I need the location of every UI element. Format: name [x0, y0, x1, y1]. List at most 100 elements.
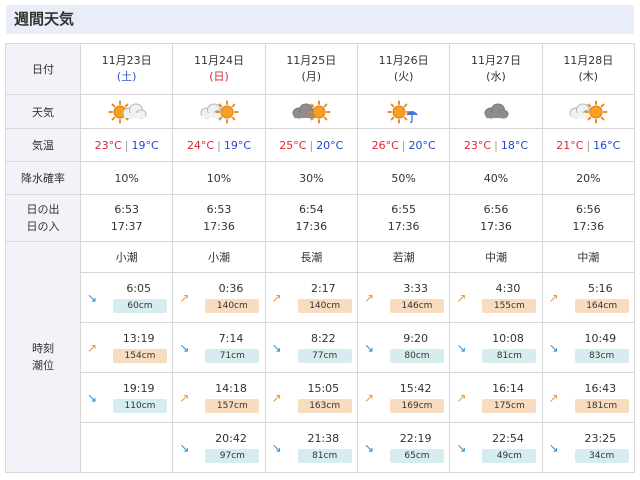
- tide-level-badge: 163cm: [297, 399, 352, 413]
- tide-level-badge: 80cm: [389, 349, 444, 363]
- tide-cell: ↘ 6:05 60cm: [79, 272, 174, 323]
- temp-separator: |: [401, 138, 406, 152]
- tide-level-badge: 140cm: [205, 299, 260, 313]
- sun-cell: 6:53 17:37: [79, 194, 174, 242]
- day-of-week: (木): [578, 70, 599, 83]
- tide-level-label: 潮位: [32, 359, 54, 372]
- tide-cell: ↗ 2:17 140cm: [264, 272, 358, 323]
- tide-cell: ↘ 23:25 34cm: [541, 422, 636, 473]
- tide-time: 21:38: [307, 432, 340, 445]
- weather-cell: [79, 94, 174, 129]
- tide-cell: ↘ 9:20 80cm: [356, 322, 451, 373]
- page-title: 週間天気: [6, 5, 634, 34]
- sunrise-time: 6:56: [575, 203, 601, 216]
- cloud-sun-icon: [568, 100, 608, 124]
- tide-cell: ↘ 10:08 81cm: [449, 322, 543, 373]
- tide-cell: ↘ 7:14 71cm: [172, 322, 266, 373]
- temperature-cell: 25°C | 20°C: [264, 128, 358, 162]
- weather-cell: [356, 94, 451, 129]
- temp-separator: |: [217, 138, 221, 152]
- weather-cell: [541, 94, 636, 129]
- tide-time: 15:42: [399, 382, 432, 395]
- tide-cell: ↘ 22:19 65cm: [356, 422, 451, 473]
- temperature-row: 気温 23°C | 19°C 24°C | 19°C 25°C | 20°C 26°C | 20…: [5, 128, 636, 162]
- sunrise-sunset-row: 日の出日の入 6:53 17:37 6:53 17:36 6:54 17:36 6:5…: [5, 194, 636, 242]
- day-of-week: (日): [209, 70, 229, 83]
- tide-level-badge: 154cm: [113, 349, 167, 363]
- date-row-label: 日付: [5, 43, 81, 95]
- precipitation-cell: 50%: [356, 161, 451, 195]
- tide-name-row: 時刻 潮位 小潮 小潮 長潮 若潮 中潮 中潮: [5, 241, 636, 473]
- tide-cell: ↘ 22:54 49cm: [449, 422, 543, 473]
- precipitation-cell: 20%: [541, 161, 636, 195]
- tide-level-badge: 169cm: [389, 399, 444, 413]
- date-text: 11月23日: [101, 54, 152, 67]
- sunrise-time: 6:56: [483, 203, 509, 216]
- sunset-time: 17:36: [387, 220, 420, 233]
- tide-name-cell: 長潮: [264, 241, 358, 273]
- min-temp: 16°C: [593, 138, 621, 152]
- sun-cell: 6:55 17:36: [356, 194, 451, 242]
- max-temp: 24°C: [186, 138, 215, 152]
- cloud-sun-icon: [199, 100, 239, 124]
- tide-time-label: 時刻: [32, 342, 54, 355]
- tide-level-badge: 164cm: [574, 299, 629, 313]
- tide-level-badge: 81cm: [297, 449, 352, 463]
- sun-umbrella-icon: [384, 100, 424, 124]
- date-cell: 11月25日 (月): [264, 43, 358, 95]
- sunrise-time: 6:53: [206, 203, 232, 216]
- sunrise-label: 日の出: [26, 203, 60, 216]
- tide-row: ↘ 6:05 60cm ↗ 0:36 140cm ↗ 2:17 140cm ↗ 3:33 146cm ↗…: [6, 272, 636, 323]
- tide-level-badge: 81cm: [482, 349, 537, 363]
- tide-time: 7:14: [218, 332, 244, 345]
- max-temp: 23°C: [94, 138, 122, 152]
- tide-cell: ↗ 15:05 163cm: [264, 372, 358, 423]
- temperature-cell: 23°C | 19°C: [79, 128, 174, 162]
- tide-row: ↘ 20:42 97cm ↘ 21:38 81cm ↘ 22:19 65cm ↘ 22:54 49cm…: [6, 422, 636, 473]
- tide-time: 19:19: [122, 382, 155, 395]
- sunset-label: 日の入: [26, 220, 60, 233]
- sunrise-time: 6:54: [298, 203, 324, 216]
- tide-level-badge: 71cm: [205, 349, 260, 363]
- temp-separator: |: [309, 138, 314, 152]
- day-of-week: (水): [486, 70, 506, 83]
- cloud-icon: [476, 100, 516, 124]
- tide-time: 9:20: [403, 332, 428, 345]
- tide-name-cell: 中潮: [449, 241, 543, 273]
- max-temp: 21°C: [556, 138, 584, 152]
- sunset-time: 17:36: [480, 220, 512, 233]
- tide-level-badge: 110cm: [113, 399, 167, 413]
- tide-row: ↗ 13:19 154cm ↘ 7:14 71cm ↘ 8:22 77cm ↘ 9:20 80cm ↘ 1…: [6, 322, 636, 373]
- sunset-time: 17:37: [110, 220, 143, 233]
- precipitation-cell: 40%: [449, 161, 543, 195]
- tide-time: 16:14: [492, 382, 524, 395]
- tide-cell: ↗ 5:16 164cm: [541, 272, 636, 323]
- tide-level-badge: 97cm: [205, 449, 260, 463]
- tide-level-badge: 77cm: [297, 349, 352, 363]
- max-temp: 25°C: [279, 138, 307, 152]
- min-temp: 20°C: [408, 138, 436, 152]
- temperature-cell: 23°C | 18°C: [449, 128, 543, 162]
- precipitation-cell: 10%: [172, 161, 266, 195]
- temperature-row-label: 気温: [5, 128, 81, 162]
- date-cell: 11月24日 (日): [172, 43, 266, 95]
- tide-cell: ↗ 16:43 181cm: [541, 372, 636, 423]
- tide-cell: ↗ 4:30 155cm: [449, 272, 543, 323]
- tide-row-label: 時刻 潮位: [5, 241, 81, 473]
- tide-level-badge: 49cm: [482, 449, 537, 463]
- temperature-cell: 26°C | 20°C: [356, 128, 451, 162]
- weather-cell: [172, 94, 266, 129]
- precipitation-row-label: 降水確率: [5, 161, 81, 195]
- tide-level-badge: 157cm: [205, 399, 260, 413]
- min-temp: 19°C: [131, 138, 159, 152]
- tide-cell: ↗ 0:36 140cm: [172, 272, 266, 323]
- tide-cell: ↘ 8:22 77cm: [264, 322, 358, 373]
- tide-row: ↘ 19:19 110cm ↗ 14:18 157cm ↗ 15:05 163cm ↗ 15:42 1…: [6, 372, 636, 423]
- date-text: 11月28日: [563, 54, 614, 67]
- tide-time: 5:16: [587, 282, 613, 295]
- weather-cell: [449, 94, 543, 129]
- tide-level-badge: 65cm: [389, 449, 444, 463]
- tide-time: 13:19: [122, 332, 155, 345]
- weather-cell: [264, 94, 358, 129]
- tide-time: 0:36: [218, 282, 244, 295]
